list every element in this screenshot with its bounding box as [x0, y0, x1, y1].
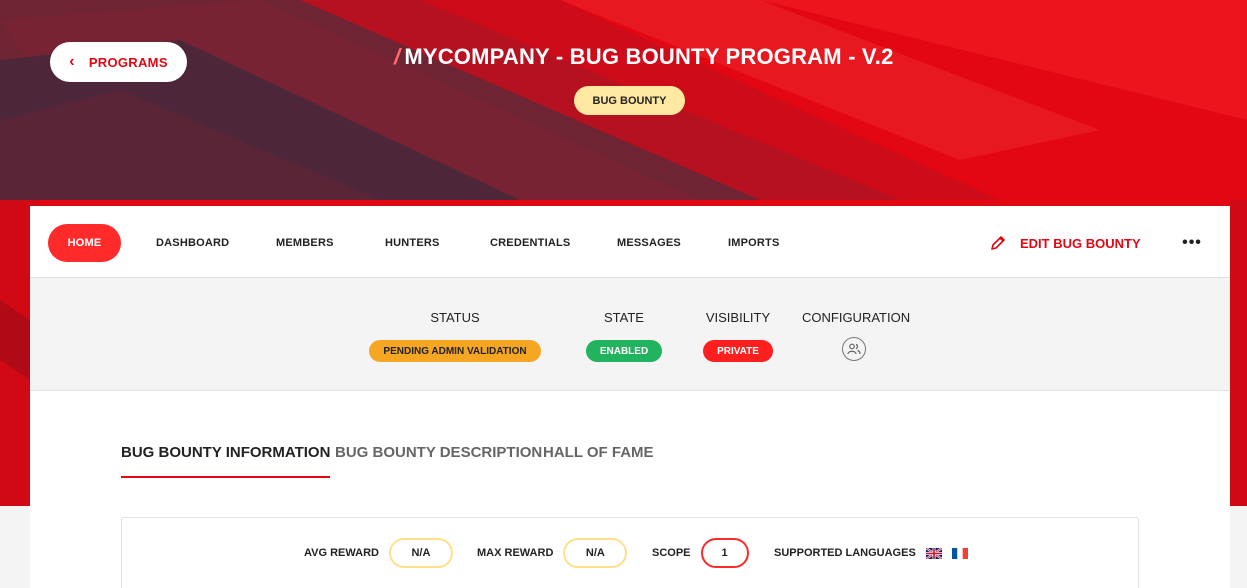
- state-label: STATE: [604, 310, 644, 325]
- status-badge: PENDING ADMIN VALIDATION: [369, 340, 541, 362]
- nav-members[interactable]: MEMBERS: [276, 224, 334, 262]
- nav-home[interactable]: HOME: [48, 224, 121, 262]
- tab-bug-bounty-information[interactable]: BUG BOUNTY INFORMATION: [121, 444, 331, 478]
- status-bar: STATUS PENDING ADMIN VALIDATION STATE EN…: [30, 278, 1230, 391]
- configuration-column: CONFIGURATION: [802, 310, 911, 361]
- nav-dashboard[interactable]: DASHBOARD: [156, 224, 229, 262]
- avg-reward-value: N/A: [388, 538, 453, 568]
- languages-row: SUPPORTED LANGUAGES: [774, 538, 968, 568]
- avg-reward-label: AVG REWARD: [304, 547, 379, 559]
- more-options-icon[interactable]: •••: [1180, 230, 1204, 256]
- state-column: STATE ENABLED: [584, 310, 664, 362]
- max-reward-row: MAX REWARD N/A: [477, 538, 628, 568]
- bounty-info-box: AVG REWARD N/A MAX REWARD N/A SCOPE 1 SU…: [121, 517, 1139, 588]
- program-nav: HOME DASHBOARD MEMBERS HUNTERS CREDENTIA…: [30, 206, 1230, 278]
- chevron-left-icon: ‹: [69, 53, 75, 70]
- tab-hall-of-fame[interactable]: HALL OF FAME: [543, 444, 654, 478]
- nav-imports[interactable]: IMPORTS: [728, 224, 780, 262]
- languages-label: SUPPORTED LANGUAGES: [774, 547, 916, 559]
- programs-back-label: PROGRAMS: [88, 54, 168, 70]
- nav-credentials[interactable]: CREDENTIALS: [490, 224, 570, 262]
- visibility-column: VISIBILITY PRIVATE: [700, 310, 776, 362]
- uk-flag-icon: [925, 547, 942, 559]
- status-label: STATUS: [430, 310, 480, 325]
- tab-bug-bounty-description[interactable]: BUG BOUNTY DESCRIPTION: [335, 444, 542, 478]
- scope-label: SCOPE: [652, 547, 691, 559]
- state-badge: ENABLED: [585, 340, 663, 362]
- pencil-icon: [991, 236, 1005, 250]
- edit-bug-bounty-button[interactable]: EDIT BUG BOUNTY: [990, 230, 1141, 256]
- visibility-label: VISIBILITY: [705, 310, 771, 325]
- nav-messages[interactable]: MESSAGES: [617, 224, 681, 262]
- avg-reward-row: AVG REWARD N/A: [304, 538, 453, 568]
- configuration-label: CONFIGURATION: [802, 310, 911, 325]
- program-type-badge: BUG BOUNTY: [574, 86, 685, 115]
- status-column: STATUS PENDING ADMIN VALIDATION: [365, 310, 545, 362]
- users-icon[interactable]: [842, 337, 866, 361]
- max-reward-label: MAX REWARD: [477, 547, 554, 559]
- page-title: / MYCOMPANY - BUG BOUNTY PROGRAM - V.2: [394, 42, 894, 72]
- edit-bug-bounty-label: EDIT BUG BOUNTY: [1020, 235, 1141, 251]
- scope-row: SCOPE 1: [652, 538, 749, 568]
- title-slash: /: [394, 44, 401, 69]
- programs-back-button[interactable]: ‹ PROGRAMS: [50, 42, 187, 82]
- visibility-badge: PRIVATE: [703, 340, 773, 362]
- scope-value: 1: [700, 538, 749, 568]
- nav-hunters[interactable]: HUNTERS: [385, 224, 440, 262]
- max-reward-value: N/A: [563, 538, 628, 568]
- fr-flag-icon: [951, 547, 968, 559]
- page-title-text: MYCOMPANY - BUG BOUNTY PROGRAM - V.2: [404, 44, 894, 69]
- program-card: HOME DASHBOARD MEMBERS HUNTERS CREDENTIA…: [30, 206, 1230, 588]
